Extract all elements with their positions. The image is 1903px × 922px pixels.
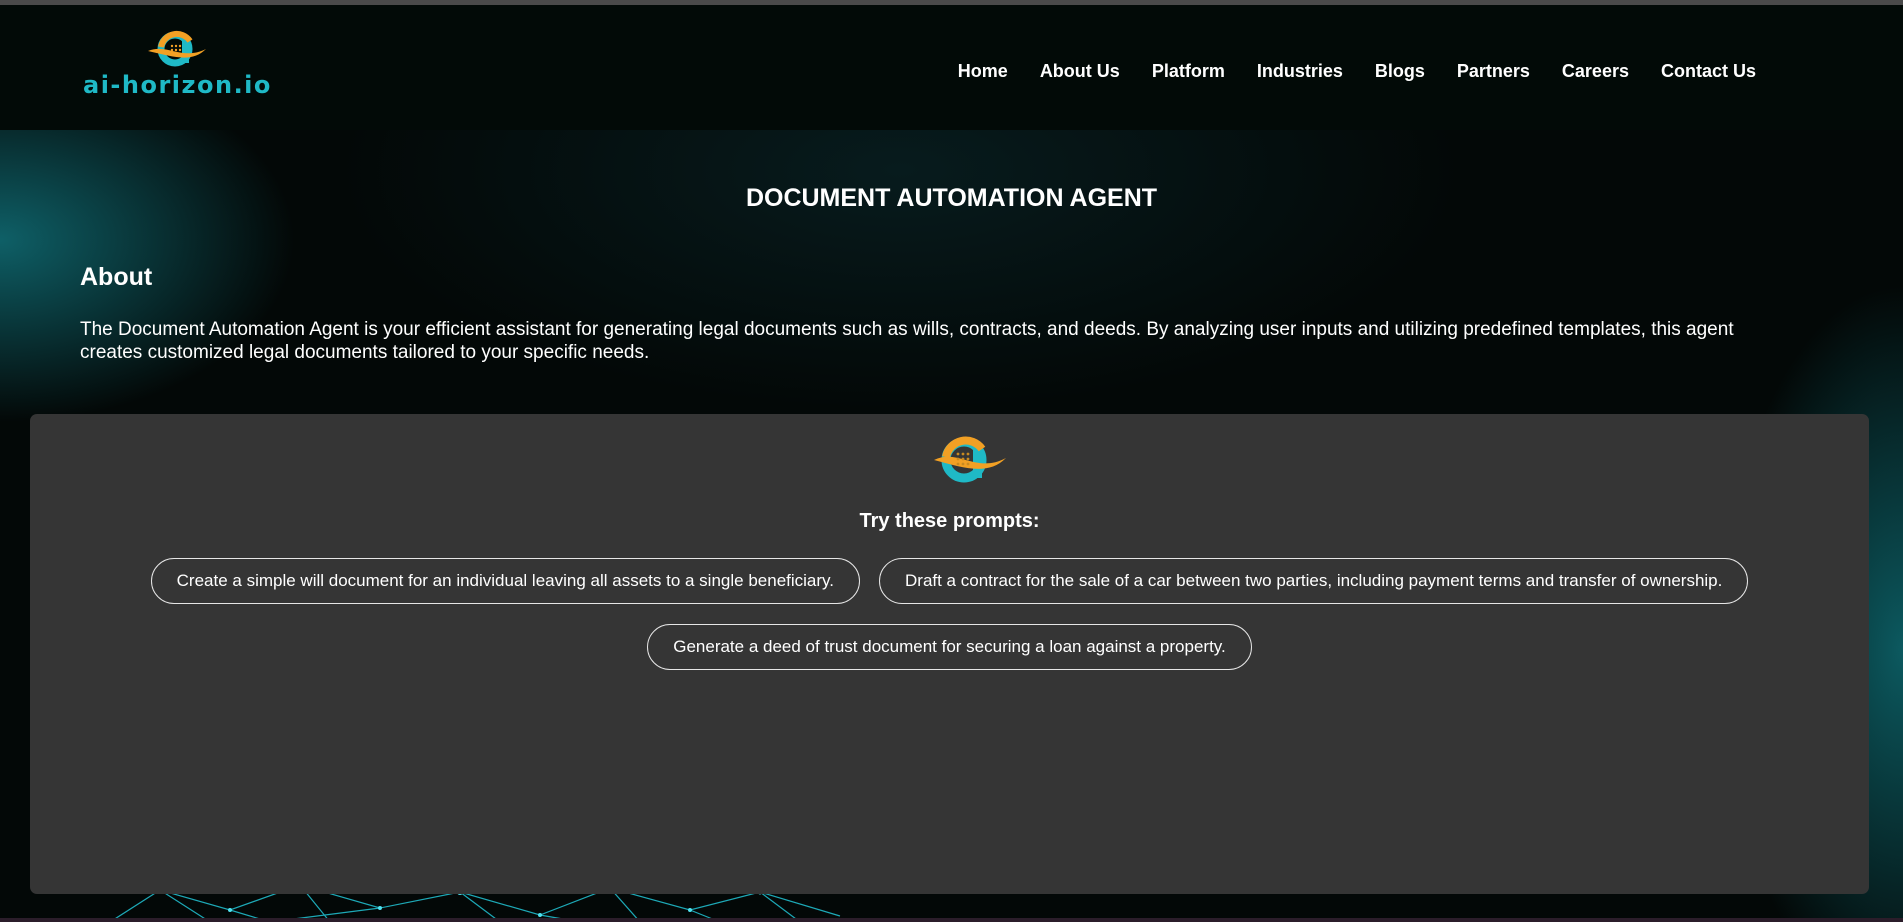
nav-contact-us[interactable]: Contact Us [1661,61,1756,82]
nav-blogs[interactable]: Blogs [1375,61,1425,82]
about-heading: About [80,263,153,291]
prompt-button-deed-of-trust[interactable]: Generate a deed of trust document for se… [647,624,1252,670]
chat-panel: Try these prompts: Create a simple will … [30,414,1869,894]
nav-partners[interactable]: Partners [1457,61,1530,82]
prompt-row: Create a simple will document for an ind… [30,558,1869,604]
nav-careers[interactable]: Careers [1562,61,1629,82]
top-navbar: ai-horizon.io Home About Us Platform Ind… [0,5,1903,130]
logo-wordmark[interactable]: ai-horizon.io [83,71,272,99]
nav-home[interactable]: Home [958,61,1008,82]
prompts-heading: Try these prompts: [859,510,1040,532]
nav-industries[interactable]: Industries [1257,61,1343,82]
nav-platform[interactable]: Platform [1152,61,1225,82]
prompt-row: Generate a deed of trust document for se… [30,624,1869,670]
main-nav: Home About Us Platform Industries Blogs … [926,61,1756,82]
nav-about-us[interactable]: About Us [1040,61,1120,82]
about-description: The Document Automation Agent is your ef… [80,319,1734,363]
agent-logo-icon [934,436,1006,483]
window-bottom-border [0,918,1903,922]
page: ai-horizon.io Home About Us Platform Ind… [0,0,1903,922]
prompt-button-car-contract[interactable]: Draft a contract for the sale of a car b… [879,558,1749,604]
prompt-button-will[interactable]: Create a simple will document for an ind… [150,558,860,604]
page-title: DOCUMENT AUTOMATION AGENT [745,184,1158,212]
